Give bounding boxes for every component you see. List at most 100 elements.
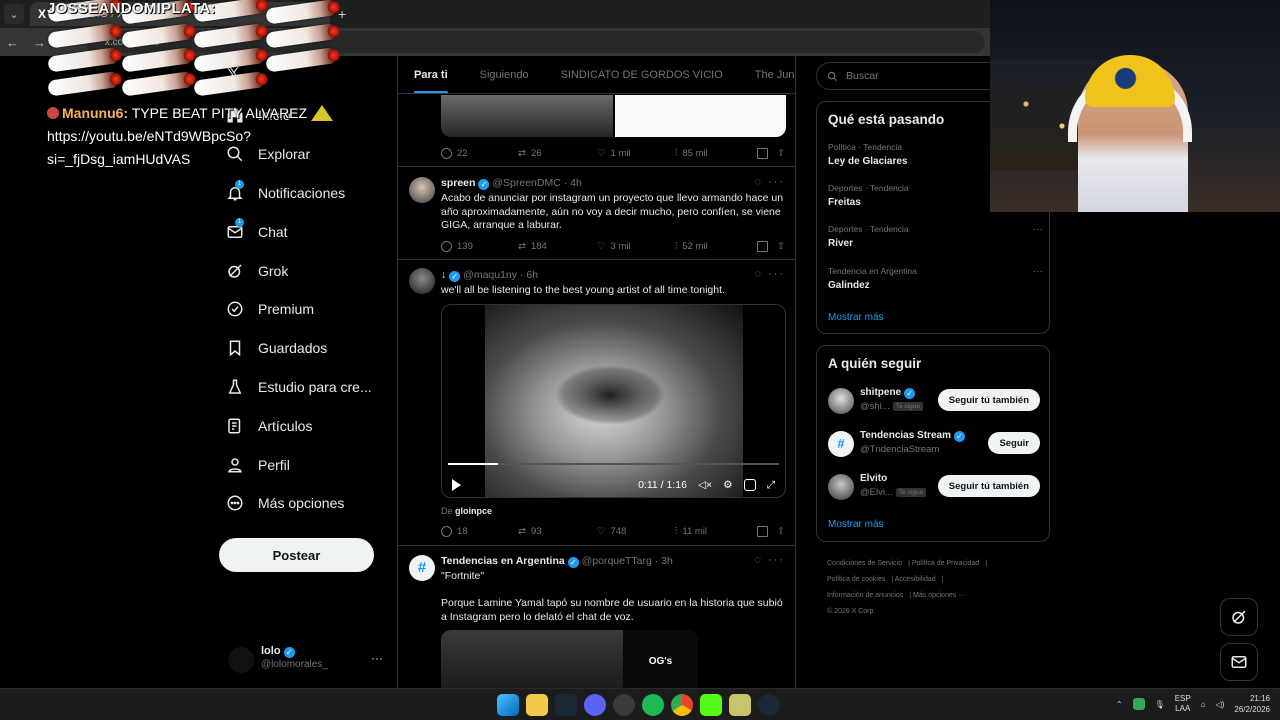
- spotify-icon[interactable]: [642, 694, 664, 716]
- footer-link[interactable]: Condiciones de Servicio: [827, 560, 902, 567]
- like-button[interactable]: ♡ 3 mil: [597, 241, 675, 252]
- keyboard-language[interactable]: ESP LAA: [1175, 694, 1191, 714]
- back-arrow-icon[interactable]: ←: [6, 35, 19, 50]
- trend-more-icon[interactable]: ···: [1033, 266, 1043, 277]
- share-button[interactable]: ⇧: [777, 526, 785, 537]
- play-icon[interactable]: [452, 479, 461, 491]
- tweet-handle[interactable]: @maqu1ny: [463, 269, 517, 281]
- chrome-icon[interactable]: [671, 694, 693, 716]
- game-app-icon[interactable]: [729, 694, 751, 716]
- grok-fab-button[interactable]: [1220, 598, 1258, 636]
- tweet-author[interactable]: spreen: [441, 177, 475, 189]
- repost-button[interactable]: ⇄ 26: [518, 148, 597, 159]
- messages-fab-button[interactable]: [1220, 643, 1258, 681]
- nav-item-notificaciones[interactable]: 1 Notificaciones: [220, 174, 390, 213]
- tweet-time[interactable]: · 6h: [520, 269, 538, 281]
- tray-app-icon[interactable]: [1132, 698, 1145, 710]
- repost-button[interactable]: ⇄ 93: [518, 526, 597, 537]
- follow-suggestion[interactable]: shitpene ✓ @shi... Te sigue Seguir tú tamb…: [828, 387, 1040, 417]
- footer-link[interactable]: Política de Privacidad: [912, 560, 979, 567]
- steam-icon[interactable]: [555, 694, 577, 716]
- reply-button[interactable]: 139: [441, 240, 518, 252]
- tweet-author[interactable]: ↓: [441, 269, 446, 281]
- share-button[interactable]: ⇧: [777, 241, 785, 252]
- tab-search-button[interactable]: ⌄: [4, 4, 24, 24]
- reply-button[interactable]: 22: [441, 147, 518, 159]
- nav-item-chat[interactable]: 1 Chat: [220, 212, 390, 251]
- video-player[interactable]: 0:11 / 1:16 ◁× ⚙ ⤢: [441, 304, 786, 498]
- tray-chevron-icon[interactable]: ⌃: [1116, 700, 1123, 709]
- post-button[interactable]: Postear: [219, 538, 374, 572]
- hashtag-avatar-icon[interactable]: #: [409, 555, 435, 581]
- tweet-handle[interactable]: @SpreenDMC: [492, 177, 560, 189]
- bookmark-button[interactable]: [757, 147, 777, 159]
- avatar[interactable]: [409, 268, 435, 294]
- tweet-media[interactable]: OG's: [441, 630, 698, 688]
- volume-mute-icon[interactable]: ◁×: [698, 479, 712, 491]
- video-progress-bar[interactable]: [448, 463, 779, 465]
- discord-icon[interactable]: [584, 694, 606, 716]
- tab-para-ti[interactable]: Para ti: [398, 56, 464, 93]
- tweet-handle[interactable]: @porqueTTarg: [582, 555, 652, 567]
- share-button[interactable]: ⇧: [777, 148, 785, 159]
- windows-start-icon[interactable]: [497, 694, 519, 716]
- kick-icon[interactable]: [700, 694, 722, 716]
- nav-item-mas-opciones[interactable]: Más opciones: [220, 484, 390, 523]
- like-button[interactable]: ♡ 1 mil: [597, 148, 675, 159]
- tweet-more-icon[interactable]: ◌ ···: [754, 554, 785, 566]
- show-more-link[interactable]: Mostrar más: [828, 519, 884, 530]
- views-button[interactable]: ⫶ 11 mil: [675, 526, 757, 537]
- tweet-time[interactable]: · 4h: [564, 177, 582, 189]
- like-button[interactable]: ♡ 748: [597, 526, 675, 537]
- hashtag-avatar-icon[interactable]: #: [828, 431, 854, 457]
- tweet[interactable]: ↓ ✓ @maqu1ny · 6h ◌ ··· we'll all be list…: [398, 260, 795, 546]
- tab-sindicato[interactable]: SINDICATO DE GORDOS VICIO: [545, 56, 739, 93]
- nav-item-grok[interactable]: Grok: [220, 251, 390, 290]
- nav-item-premium[interactable]: Premium: [220, 290, 390, 329]
- tweet-time[interactable]: · 3h: [655, 555, 673, 567]
- repost-button[interactable]: ⇄ 184: [518, 241, 597, 252]
- settings-gear-icon[interactable]: ⚙: [723, 479, 732, 491]
- trend-item[interactable]: Tendencia en Argentina Galindez ···: [828, 266, 1043, 291]
- avatar[interactable]: [409, 177, 435, 203]
- follow-suggestion[interactable]: # Tendencias Stream ✓ @TndenciaStream Seg…: [828, 430, 1040, 460]
- views-button[interactable]: ⫶ 85 mil: [675, 148, 757, 159]
- fullscreen-icon[interactable]: ⤢: [767, 479, 775, 492]
- nav-item-perfil[interactable]: Perfil: [220, 445, 390, 484]
- follow-suggestion[interactable]: Elvito @Elvi... Te sigue Seguir tú tambié…: [828, 473, 1040, 503]
- trend-more-icon[interactable]: ···: [1033, 224, 1043, 235]
- tweet-more-icon[interactable]: ◌ ···: [754, 268, 785, 280]
- tweet-more-icon[interactable]: ◌ ···: [754, 176, 785, 188]
- bookmark-button[interactable]: [757, 525, 777, 537]
- footer-link[interactable]: Política de cookies: [827, 576, 885, 583]
- nav-item-articulos[interactable]: Artículos: [220, 406, 390, 445]
- footer-link[interactable]: Información de anuncios: [827, 592, 903, 599]
- steam-icon-2[interactable]: [758, 694, 780, 716]
- volume-icon[interactable]: ◁): [1216, 700, 1225, 709]
- account-switcher[interactable]: lolo ✓ @lolomorales_ ···: [228, 645, 388, 673]
- bookmark-button[interactable]: [757, 240, 777, 252]
- reply-button[interactable]: 18: [441, 525, 518, 537]
- picture-in-picture-icon[interactable]: [743, 479, 756, 491]
- footer-link[interactable]: Más opciones ···: [913, 592, 965, 599]
- tab-the-jungle[interactable]: The Jungle: [739, 56, 795, 93]
- follow-back-button[interactable]: Seguir tú también: [937, 389, 1040, 411]
- account-more-icon[interactable]: ···: [371, 651, 383, 665]
- obs-icon[interactable]: [613, 694, 635, 716]
- nav-item-guardados[interactable]: Guardados: [220, 329, 390, 368]
- network-icon[interactable]: ⌂: [1201, 700, 1206, 709]
- show-more-link[interactable]: Mostrar más: [828, 312, 884, 323]
- follow-button[interactable]: Seguir: [988, 432, 1040, 454]
- avatar[interactable]: [828, 388, 854, 414]
- system-clock[interactable]: 21:16 26/2/2026: [1234, 693, 1270, 715]
- tab-siguiendo[interactable]: Siguiendo: [464, 56, 545, 93]
- trend-item[interactable]: Deportes · Tendencia River ···: [828, 224, 1043, 249]
- nav-item-estudio[interactable]: Estudio para cre...: [220, 368, 390, 407]
- tweet-author[interactable]: Tendencias en Argentina: [441, 555, 565, 567]
- avatar[interactable]: [828, 474, 854, 500]
- follow-back-button[interactable]: Seguir tú también: [937, 475, 1040, 497]
- footer-link[interactable]: Accesibilidad: [895, 576, 936, 583]
- tweet[interactable]: spreen ✓ @SpreenDMC · 4h ◌ ··· Acabo de a…: [398, 167, 795, 260]
- previous-tweet-media[interactable]: [441, 95, 786, 137]
- file-explorer-icon[interactable]: [526, 694, 548, 716]
